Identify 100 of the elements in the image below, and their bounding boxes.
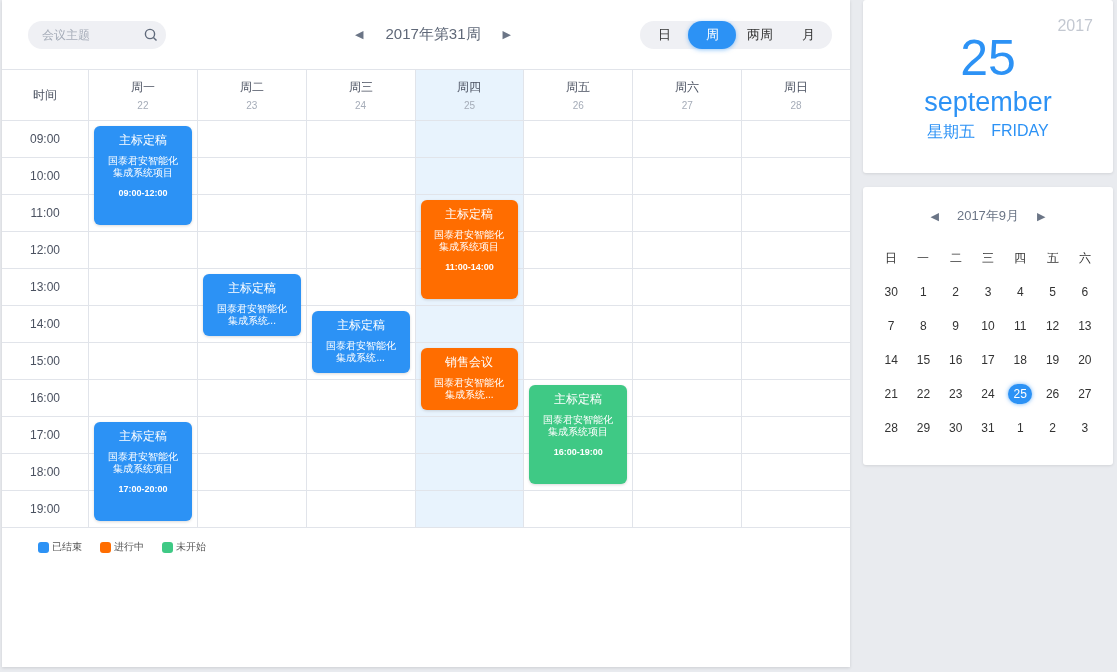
calendar-day[interactable]: 3 bbox=[1072, 418, 1097, 438]
event-description: 国泰君安智能化集成系统项目 bbox=[106, 155, 179, 179]
view-tab[interactable]: 两周 bbox=[736, 20, 784, 49]
view-tab[interactable]: 日 bbox=[640, 20, 688, 49]
time-label: 18:00 bbox=[30, 465, 60, 479]
event-time: 11:00-14:00 bbox=[445, 262, 494, 272]
legend-label: 进行中 bbox=[114, 540, 144, 554]
time-label: 14:00 bbox=[30, 317, 60, 331]
time-label: 09:00 bbox=[30, 132, 60, 146]
calendar-day[interactable]: 28 bbox=[879, 418, 904, 438]
event-title: 主标定稿 bbox=[336, 317, 385, 334]
calendar-day[interactable]: 11 bbox=[1008, 316, 1033, 336]
day-date: 26 bbox=[572, 100, 584, 111]
event-description: 国泰君安智能化集成系统项目 bbox=[542, 414, 615, 438]
calendar-day[interactable]: 2 bbox=[1040, 418, 1065, 438]
day-name: 周日 bbox=[784, 79, 809, 96]
calendar-day[interactable]: 7 bbox=[879, 316, 904, 336]
event-time: 16:00-19:00 bbox=[553, 447, 603, 457]
calendar-day[interactable]: 14 bbox=[879, 350, 904, 370]
legend-label: 未开始 bbox=[176, 540, 206, 554]
weekday-english: FRIDAY bbox=[991, 122, 1049, 141]
day-name: 周一 bbox=[130, 79, 155, 96]
calendar-day[interactable]: 19 bbox=[1040, 350, 1065, 370]
time-label: 16:00 bbox=[30, 391, 60, 405]
calendar-day[interactable]: 26 bbox=[1040, 384, 1065, 404]
calendar-day[interactable]: 12 bbox=[1040, 316, 1065, 336]
time-label: 11:00 bbox=[30, 206, 60, 220]
time-label: 13:00 bbox=[30, 280, 60, 294]
calendar-day[interactable]: 1 bbox=[1008, 418, 1033, 438]
event-description: 国泰君安智能化集成系统项目 bbox=[433, 229, 506, 253]
event-title: 销售会议 bbox=[445, 354, 494, 371]
calendar-day[interactable]: 13 bbox=[1072, 316, 1097, 336]
day-name: 周三 bbox=[348, 79, 373, 96]
calendar-day[interactable]: 2 bbox=[943, 282, 968, 302]
calendar-day[interactable]: 17 bbox=[976, 350, 1000, 370]
calendar-day[interactable]: 30 bbox=[879, 282, 904, 302]
calendar-day[interactable]: 6 bbox=[1072, 282, 1097, 302]
calendar-day[interactable]: 30 bbox=[943, 418, 968, 438]
year-label: 2017 bbox=[1057, 17, 1093, 35]
time-label: 17:00 bbox=[30, 428, 60, 442]
event-description: 国泰君安智能化集成系统项目 bbox=[106, 451, 179, 475]
calendar-day[interactable]: 21 bbox=[879, 384, 904, 404]
event-title: 主标定稿 bbox=[554, 391, 603, 408]
search-icon[interactable] bbox=[144, 27, 158, 42]
calendar-day[interactable]: 1 bbox=[911, 282, 936, 302]
event-title: 主标定稿 bbox=[118, 132, 167, 149]
calendar-day[interactable]: 3 bbox=[976, 282, 1000, 302]
time-label: 12:00 bbox=[30, 243, 60, 257]
day-name: 周五 bbox=[566, 79, 591, 96]
event-title: 主标定稿 bbox=[118, 428, 167, 445]
weekday-header: 四 bbox=[1013, 249, 1028, 267]
calendar-day[interactable]: 31 bbox=[976, 418, 1000, 438]
calendar-day[interactable]: 16 bbox=[943, 350, 968, 370]
month-title: 2017年9月 bbox=[956, 207, 1020, 225]
weekday-header: 五 bbox=[1045, 249, 1060, 267]
calendar-day[interactable]: 18 bbox=[1008, 350, 1033, 370]
calendar-day[interactable]: 23 bbox=[943, 384, 968, 404]
week-title: 2017年第31周 bbox=[385, 25, 481, 44]
calendar-day[interactable]: 29 bbox=[911, 418, 936, 438]
calendar-day[interactable]: 10 bbox=[976, 316, 1000, 336]
calendar-day[interactable]: 24 bbox=[976, 384, 1000, 404]
day-number: 25 bbox=[960, 30, 1016, 86]
day-date: 24 bbox=[355, 100, 367, 111]
time-label: 15:00 bbox=[30, 354, 60, 368]
event-title: 主标定稿 bbox=[227, 280, 276, 297]
day-date: 23 bbox=[246, 100, 258, 111]
legend-label: 已结束 bbox=[52, 540, 82, 554]
view-tab[interactable]: 月 bbox=[784, 20, 832, 49]
calendar-day[interactable]: 9 bbox=[943, 316, 968, 336]
event-description: 国泰君安智能化集成系统... bbox=[215, 303, 288, 327]
next-month-button[interactable]: ▶ bbox=[1037, 209, 1046, 223]
day-name: 周二 bbox=[239, 79, 264, 96]
event-title: 主标定稿 bbox=[445, 206, 494, 223]
event-description: 国泰君安智能化集成系统... bbox=[433, 377, 506, 401]
calendar-day[interactable]: 27 bbox=[1072, 384, 1097, 404]
weekday-header: 一 bbox=[916, 249, 931, 267]
event-time: 17:00-20:00 bbox=[118, 484, 168, 494]
event-description: 国泰君安智能化集成系统... bbox=[324, 340, 397, 364]
day-name: 周六 bbox=[675, 79, 700, 96]
calendar-day[interactable]: 22 bbox=[911, 384, 936, 404]
day-date: 22 bbox=[137, 100, 149, 111]
search-field[interactable]: 会议主题 bbox=[28, 20, 166, 49]
month-name: september bbox=[924, 86, 1052, 118]
weekday-header: 日 bbox=[884, 249, 899, 267]
event-time: 09:00-12:00 bbox=[118, 188, 168, 198]
weekday-header: 二 bbox=[948, 249, 963, 267]
calendar-day[interactable]: 20 bbox=[1072, 350, 1097, 370]
calendar-day[interactable]: 5 bbox=[1040, 282, 1065, 302]
weekday-header: 六 bbox=[1077, 249, 1092, 267]
time-label: 10:00 bbox=[30, 169, 60, 183]
previous-month-button[interactable]: ◀ bbox=[930, 209, 939, 223]
day-date: 25 bbox=[463, 100, 476, 111]
next-week-button[interactable]: ▶ bbox=[502, 28, 511, 41]
weekday-chinese: 星期五 bbox=[927, 122, 976, 142]
weekday-header: 三 bbox=[981, 249, 995, 267]
day-name: 周四 bbox=[457, 79, 482, 96]
calendar-day[interactable]: 8 bbox=[911, 316, 936, 336]
calendar-day[interactable]: 4 bbox=[1008, 282, 1033, 302]
calendar-day[interactable]: 15 bbox=[911, 350, 936, 370]
previous-week-button[interactable]: ◀ bbox=[355, 28, 364, 41]
